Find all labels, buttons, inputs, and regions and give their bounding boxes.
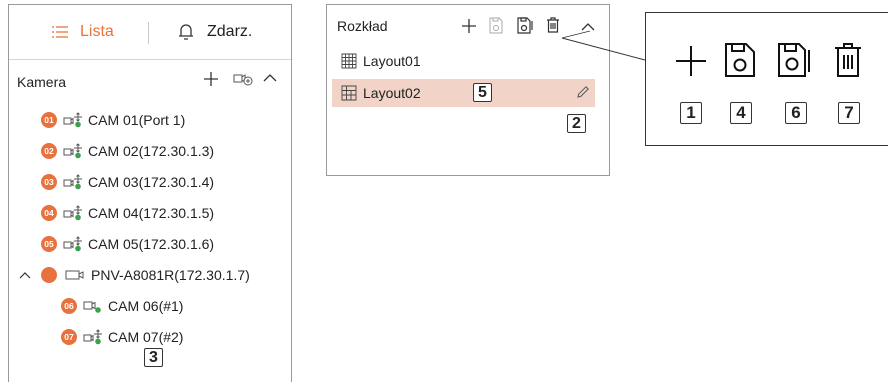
icon-callout: 1 4 6 7	[645, 12, 888, 146]
grid-layout-icon	[341, 53, 357, 69]
callout-number-2: 2	[567, 114, 586, 133]
callout-number-3: 3	[144, 348, 163, 367]
tab-events-label: Zdarz.	[207, 23, 253, 40]
list-icon	[52, 26, 68, 38]
ptz-camera-icon	[63, 174, 82, 190]
add-layout-icon[interactable]	[461, 18, 477, 34]
callout-number-7: 7	[838, 102, 860, 124]
camera-label: CAM 01(Port 1)	[88, 112, 186, 128]
camera-item[interactable]: 04 CAM 04(172.30.1.5)	[41, 202, 214, 224]
camera-panel: Lista Zdarz. Kamera 01 CAM 01(Port 1) 02	[8, 4, 292, 382]
tab-bar: Lista Zdarz.	[9, 5, 291, 60]
camera-number-badge: 06	[61, 298, 77, 314]
camera-online-icon	[83, 301, 101, 313]
tab-events[interactable]: Zdarz.	[178, 5, 252, 59]
camera-label: CAM 02(172.30.1.3)	[88, 143, 215, 159]
camera-item[interactable]: 05 CAM 05(172.30.1.6)	[41, 233, 214, 255]
save-as-icon	[778, 43, 810, 77]
tab-divider	[148, 22, 149, 44]
camera-number-badge: 04	[41, 205, 57, 221]
camera-number-badge: 03	[41, 174, 57, 190]
add-camera-icon[interactable]	[233, 72, 253, 86]
layout-item-selected[interactable]: Layout02	[332, 79, 595, 107]
camera-item[interactable]: 07 CAM 07(#2)	[61, 326, 183, 348]
layout-label: Layout01	[363, 53, 421, 69]
trash-icon	[835, 43, 861, 77]
camera-number-badge: 01	[41, 112, 57, 128]
camera-group-label: PNV-A8081R(172.30.1.7)	[91, 267, 250, 283]
status-dot	[41, 267, 57, 283]
camera-label: CAM 07(#2)	[108, 329, 184, 345]
camera-section-title: Kamera	[17, 74, 67, 90]
tab-list-label: Lista	[80, 23, 114, 40]
layout-item[interactable]: Layout01	[332, 47, 595, 75]
tab-list[interactable]: Lista	[52, 5, 114, 59]
camera-number-badge: 05	[41, 236, 57, 252]
camera-number-badge: 07	[61, 329, 77, 345]
add-icon[interactable]	[203, 71, 219, 87]
camera-group-item[interactable]: PNV-A8081R(172.30.1.7)	[19, 264, 250, 286]
layout-label: Layout02	[363, 85, 421, 101]
chevron-up-icon[interactable]	[263, 73, 277, 83]
callout-number-4: 4	[730, 102, 752, 124]
save-icon[interactable]	[489, 17, 503, 34]
pencil-icon[interactable]	[576, 85, 590, 99]
layout-section-title: Rozkład	[337, 18, 388, 34]
ptz-camera-icon	[63, 205, 82, 221]
camera-label: CAM 03(172.30.1.4)	[88, 174, 215, 190]
callout-number-6: 6	[785, 102, 807, 124]
camera-label: CAM 05(172.30.1.6)	[88, 236, 215, 252]
camera-item[interactable]: 02 CAM 02(172.30.1.3)	[41, 140, 214, 162]
save-as-icon[interactable]	[517, 17, 533, 34]
camera-item[interactable]: 06 CAM 06(#1)	[61, 295, 183, 317]
ptz-camera-icon	[83, 329, 102, 345]
bell-icon	[179, 24, 193, 40]
camera-icon	[65, 270, 84, 280]
camera-item[interactable]: 03 CAM 03(172.30.1.4)	[41, 171, 214, 193]
callout-connector	[561, 30, 646, 61]
chevron-up-icon[interactable]	[19, 271, 31, 279]
camera-number-badge: 02	[41, 143, 57, 159]
ptz-camera-icon	[63, 112, 82, 128]
delete-icon[interactable]	[546, 17, 560, 33]
callout-number-5: 5	[473, 83, 492, 102]
add-icon	[676, 46, 706, 76]
camera-item[interactable]: 01 CAM 01(Port 1)	[41, 109, 185, 131]
callout-number-1: 1	[680, 102, 702, 124]
camera-label: CAM 04(172.30.1.5)	[88, 205, 215, 221]
ptz-camera-icon	[63, 236, 82, 252]
grid-layout-icon	[341, 85, 357, 101]
ptz-camera-icon	[63, 143, 82, 159]
camera-label: CAM 06(#1)	[108, 298, 184, 314]
save-icon	[725, 43, 755, 77]
